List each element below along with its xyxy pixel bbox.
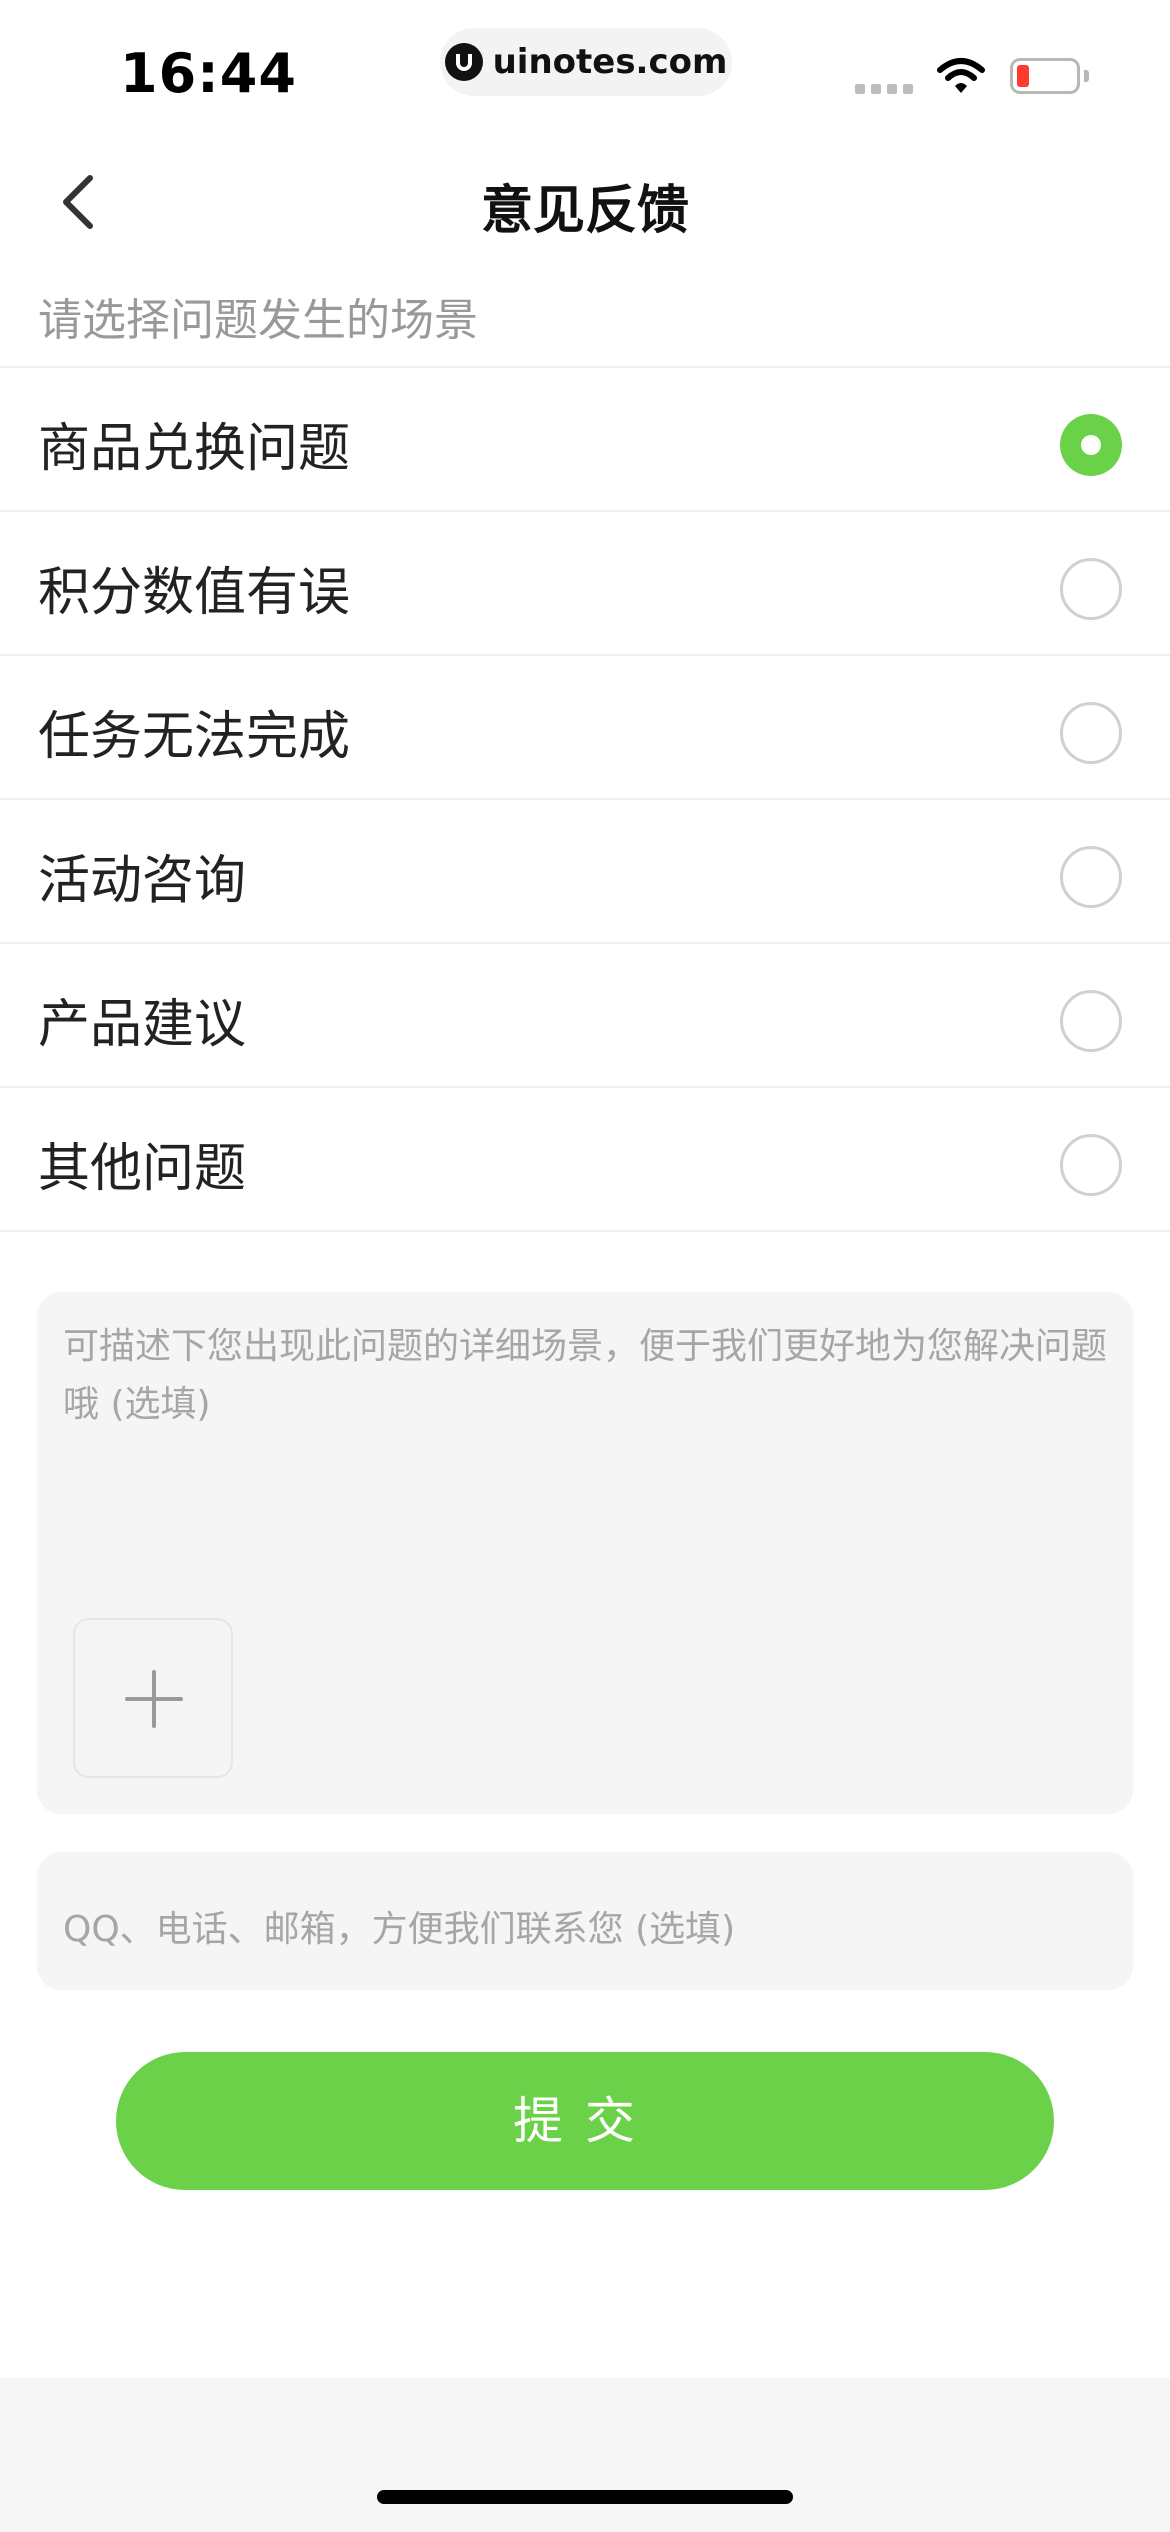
detail-placeholder: 可描述下您出现此问题的详细场景，便于我们更好地为您解决问题哦 (选填) (63, 1326, 1108, 1425)
radio-unchecked-icon[interactable] (1060, 846, 1122, 908)
option-label: 活动咨询 (38, 851, 247, 911)
submit-button[interactable]: 提交 (116, 2052, 1054, 2190)
option-product-suggestion[interactable]: 产品建议 (0, 944, 1170, 1088)
add-photo-button[interactable] (73, 1618, 233, 1778)
contact-input[interactable]: QQ、电话、邮箱，方便我们联系您 (选填) (37, 1852, 1133, 1990)
scene-hint: 请选择问题发生的场景 (38, 295, 478, 346)
option-task-failed[interactable]: 任务无法完成 (0, 656, 1170, 800)
contact-placeholder: QQ、电话、邮箱，方便我们联系您 (选填) (63, 1909, 736, 1950)
nav-bar: 意见反馈 (0, 140, 1170, 264)
radio-unchecked-icon[interactable] (1060, 702, 1122, 764)
wifi-icon (937, 58, 985, 93)
battery-level (1017, 65, 1029, 87)
radio-unchecked-icon[interactable] (1060, 558, 1122, 620)
option-other[interactable]: 其他问题 (0, 1088, 1170, 1232)
radio-unchecked-icon[interactable] (1060, 990, 1122, 1052)
url-text: uinotes.com (492, 42, 728, 82)
cellular-signal-icon (855, 84, 913, 94)
option-label: 产品建议 (38, 995, 247, 1055)
radio-checked-icon[interactable] (1060, 414, 1122, 476)
option-goods-exchange[interactable]: 商品兑换问题 (0, 368, 1170, 512)
home-indicator[interactable] (377, 2490, 793, 2504)
status-time: 16:44 (120, 42, 297, 105)
site-logo-icon (444, 43, 483, 81)
option-points-error[interactable]: 积分数值有误 (0, 512, 1170, 656)
option-label: 其他问题 (38, 1139, 247, 1199)
url-pill[interactable]: uinotes.com (440, 28, 732, 96)
detail-textarea[interactable]: 可描述下您出现此问题的详细场景，便于我们更好地为您解决问题哦 (选填) (37, 1292, 1133, 1814)
option-activity-inquiry[interactable]: 活动咨询 (0, 800, 1170, 944)
option-label: 积分数值有误 (38, 563, 351, 623)
option-label: 任务无法完成 (38, 707, 351, 767)
option-label: 商品兑换问题 (38, 419, 351, 479)
plus-icon (125, 1670, 183, 1728)
battery-low-icon (1010, 58, 1080, 94)
bottom-safe-area (0, 2378, 1170, 2532)
status-bar: 16:44 uinotes.com (0, 0, 1170, 140)
battery-tip (1084, 70, 1089, 82)
radio-unchecked-icon[interactable] (1060, 1134, 1122, 1196)
scene-options-list: 商品兑换问题 积分数值有误 任务无法完成 活动咨询 产品建议 其他问题 (0, 366, 1170, 1232)
page-title: 意见反馈 (480, 181, 689, 241)
